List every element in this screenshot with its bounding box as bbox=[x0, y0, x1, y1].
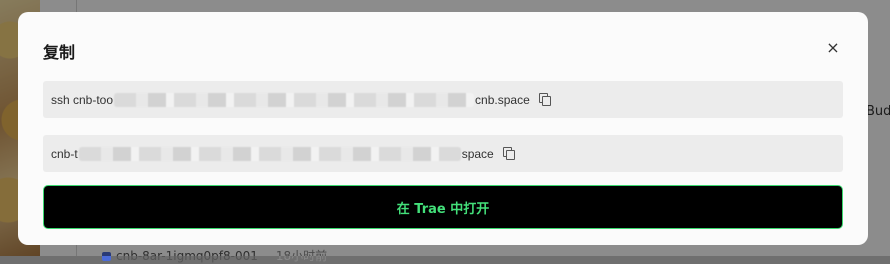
command-suffix: cnb.space bbox=[475, 92, 530, 107]
command-suffix: space bbox=[461, 146, 494, 161]
copy-icon[interactable] bbox=[502, 147, 515, 160]
copy-dialog: 复制 × ssh cnb-too cnb.space cnb-t space 在 T… bbox=[18, 12, 868, 245]
command-prefix: cnb-t bbox=[51, 146, 78, 161]
copy-icon[interactable] bbox=[538, 93, 551, 106]
redacted-region bbox=[78, 146, 461, 161]
ssh-command-text: ssh cnb-too cnb.space bbox=[51, 92, 530, 107]
dialog-title: 复制 bbox=[43, 43, 76, 62]
open-in-trae-label: 在 Trae 中打开 bbox=[396, 201, 490, 217]
redacted-region bbox=[114, 92, 475, 107]
host-command-text: cnb-t space bbox=[51, 146, 494, 161]
open-in-trae-button[interactable]: 在 Trae 中打开 bbox=[43, 185, 843, 229]
command-prefix: ssh cnb-too bbox=[51, 92, 114, 107]
close-button[interactable]: × bbox=[823, 37, 843, 57]
host-command-field[interactable]: cnb-t space bbox=[43, 135, 843, 172]
ssh-command-field[interactable]: ssh cnb-too cnb.space bbox=[43, 81, 843, 118]
